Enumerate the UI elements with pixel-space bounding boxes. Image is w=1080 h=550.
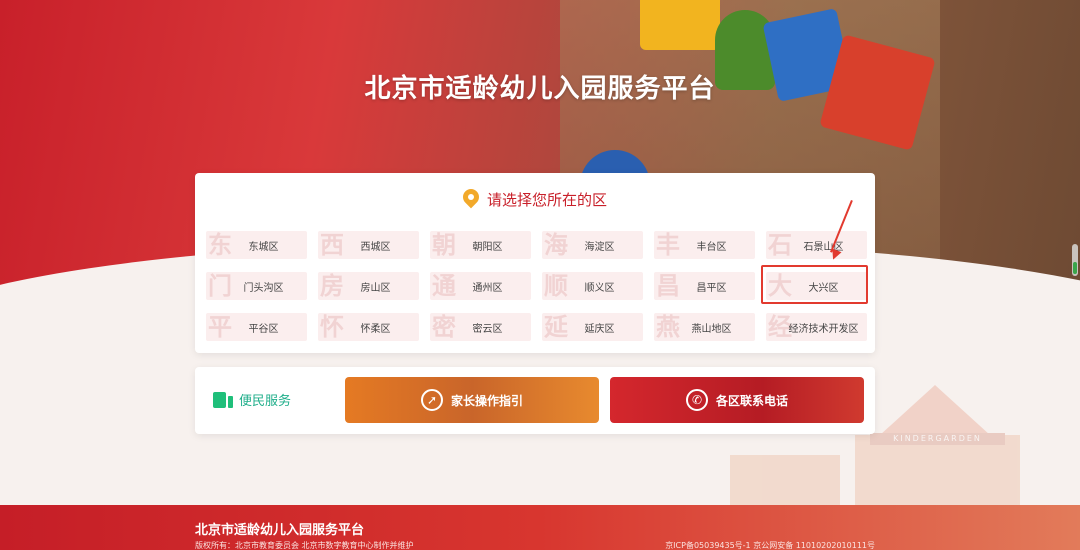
footer-title: 北京市适龄幼儿入园服务平台	[195, 523, 365, 538]
district-item[interactable]: 顺 顺义区	[542, 272, 643, 300]
parent-guide-button[interactable]: ➚ 家长操作指引	[345, 377, 599, 423]
district-item[interactable]: 西 西城区	[318, 231, 419, 259]
district-label: 海淀区	[584, 241, 615, 253]
district-label: 通州区	[472, 282, 503, 294]
phone-icon: ✆	[685, 389, 708, 411]
toy-block	[640, 0, 720, 50]
service-icon	[213, 391, 233, 408]
parent-guide-label: 家长操作指引	[450, 393, 523, 408]
district-card-header: 请选择您所在的区	[195, 187, 875, 211]
district-glyph: 石	[768, 231, 792, 259]
district-label: 经济技术开发区	[788, 323, 859, 335]
cursor-click-icon: ➚	[420, 389, 443, 411]
district-item[interactable]: 大 大兴区	[766, 272, 867, 300]
district-item[interactable]: 石石景山区	[766, 231, 867, 259]
district-glyph: 朝	[432, 231, 456, 259]
district-glyph: 顺	[544, 272, 568, 300]
district-item[interactable]: 延 延庆区	[542, 313, 643, 341]
district-item[interactable]: 怀 怀柔区	[318, 313, 419, 341]
footer-copyright: 版权所有：北京市教育委员会 北京市数字教育中心制作并维护	[195, 541, 414, 550]
district-item[interactable]: 门门头沟区	[206, 272, 307, 300]
district-glyph: 大	[768, 272, 792, 300]
district-glyph: 海	[544, 231, 568, 259]
district-item[interactable]: 房 房山区	[318, 272, 419, 300]
footer: 北京市适龄幼儿入园服务平台 版权所有：北京市教育委员会 北京市数字教育中心制作并…	[0, 505, 1080, 550]
district-item[interactable]: 海 海淀区	[542, 231, 643, 259]
district-item[interactable]: 平 平谷区	[206, 313, 307, 341]
district-glyph: 通	[432, 272, 456, 300]
district-label: 平谷区	[248, 323, 279, 335]
page-title: 北京市适龄幼儿入园服务平台	[364, 74, 716, 104]
district-label: 延庆区	[584, 323, 615, 335]
district-label: 昌平区	[696, 282, 727, 294]
district-label: 房山区	[360, 282, 391, 294]
location-pin-icon	[463, 189, 479, 209]
district-item[interactable]: 燕燕山地区	[654, 313, 755, 341]
district-label: 密云区	[472, 323, 503, 335]
district-label: 大兴区	[808, 282, 839, 294]
district-phone-button[interactable]: ✆ 各区联系电话	[610, 377, 864, 423]
district-card-title: 请选择您所在的区	[486, 190, 607, 209]
district-glyph: 房	[320, 272, 344, 300]
district-grid: 东东城区西西城区朝朝阳区海海淀区丰丰台区石石景山区门门头沟区房房山区通通州区顺顺…	[206, 231, 867, 341]
district-item[interactable]: 经经济技术开发区	[766, 313, 867, 341]
district-label: 燕山地区	[691, 323, 732, 335]
district-item[interactable]: 东 东城区	[206, 231, 307, 259]
side-scroll-indicator[interactable]	[1072, 244, 1078, 276]
footer-icp: 京ICP备05039435号-1 京公网安备 11010202010111号	[665, 541, 875, 550]
district-item[interactable]: 丰 丰台区	[654, 231, 755, 259]
district-glyph: 昌	[656, 272, 680, 300]
district-label: 怀柔区	[360, 323, 391, 335]
district-glyph: 东	[208, 231, 232, 259]
district-glyph: 平	[208, 313, 232, 341]
services-label-text: 便民服务	[239, 394, 292, 409]
district-label: 西城区	[360, 241, 391, 253]
district-glyph: 延	[544, 313, 568, 341]
district-item[interactable]: 昌 昌平区	[654, 272, 755, 300]
district-glyph: 丰	[656, 231, 680, 259]
district-label: 丰台区	[696, 241, 727, 253]
district-label: 朝阳区	[472, 241, 503, 253]
district-glyph: 燕	[656, 313, 680, 341]
services-card: 便民服务 ➚ 家长操作指引 ✆ 各区联系电话	[195, 367, 875, 434]
district-item[interactable]: 通 通州区	[430, 272, 531, 300]
district-glyph: 怀	[320, 313, 344, 341]
district-label: 门头沟区	[243, 282, 284, 294]
district-item[interactable]: 密 密云区	[430, 313, 531, 341]
services-label: 便民服务	[213, 390, 291, 409]
district-card: 请选择您所在的区 东东城区西西城区朝朝阳区海海淀区丰丰台区石石景山区门门头沟区房…	[195, 173, 875, 353]
district-glyph: 门	[208, 272, 232, 300]
district-glyph: 密	[432, 313, 456, 341]
district-label: 东城区	[248, 241, 279, 253]
district-phone-label: 各区联系电话	[715, 393, 788, 408]
kindergarten-sign: KINDERGARDEN	[870, 433, 1005, 445]
district-glyph: 西	[320, 231, 344, 259]
district-label: 顺义区	[584, 282, 615, 294]
district-item[interactable]: 朝 朝阳区	[430, 231, 531, 259]
